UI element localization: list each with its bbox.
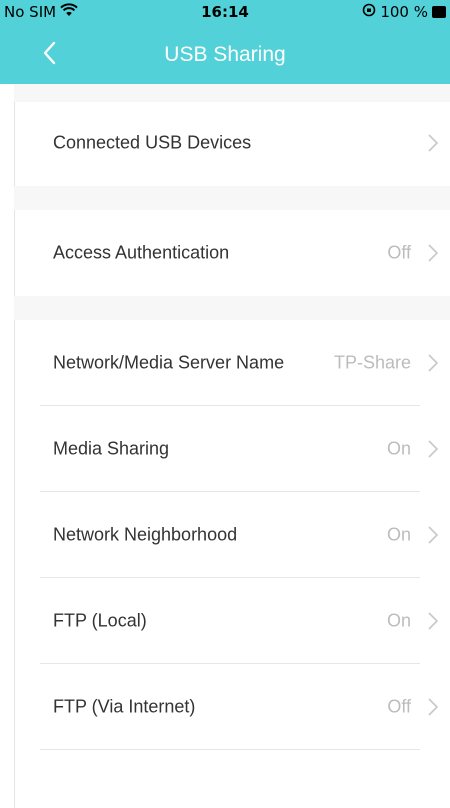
row-label: Network Neighborhood — [53, 524, 238, 545]
row-value: On — [386, 524, 411, 545]
row-connected-usb-devices[interactable]: Connected USB Devices — [14, 100, 450, 186]
row-value: Off — [387, 242, 411, 263]
status-right: 100 % — [362, 3, 446, 21]
chevron-right-icon — [428, 354, 439, 372]
row-label: FTP (Via Internet) — [53, 696, 196, 717]
chevron-right-icon — [428, 134, 439, 152]
page-title: USB Sharing — [164, 43, 286, 66]
divider — [40, 749, 420, 750]
row-value: On — [386, 610, 411, 631]
row-value: TP-Share — [333, 352, 411, 373]
row-label: Connected USB Devices — [53, 132, 252, 153]
battery-percent: 100 % — [380, 3, 428, 21]
chevron-right-icon — [428, 612, 439, 630]
header: No SIM 16:14 100 % USB Sharing — [0, 0, 450, 84]
battery-icon — [432, 6, 446, 18]
row-label: Media Sharing — [53, 438, 170, 459]
chevron-right-icon — [428, 526, 439, 544]
section-gap — [14, 296, 450, 320]
row-value: Off — [387, 696, 411, 717]
section-gap — [14, 186, 450, 210]
row-label: Network/Media Server Name — [53, 352, 285, 373]
row-access-authentication[interactable]: Access Authentication Off — [14, 210, 450, 296]
status-bar: No SIM 16:14 100 % — [0, 0, 450, 26]
row-network-media-server-name[interactable]: Network/Media Server Name TP-Share — [14, 320, 450, 406]
row-label: FTP (Local) — [53, 610, 147, 631]
row-media-sharing[interactable]: Media Sharing On — [14, 406, 450, 492]
row-network-neighborhood[interactable]: Network Neighborhood On — [14, 492, 450, 578]
chevron-right-icon — [428, 244, 439, 262]
row-label: Access Authentication — [53, 242, 230, 263]
orientation-lock-icon — [362, 3, 376, 21]
chevron-right-icon — [428, 698, 439, 716]
usb-sharing-screen: No SIM 16:14 100 % USB Sharing Connected… — [0, 0, 450, 808]
row-value: On — [386, 438, 411, 459]
chevron-right-icon — [428, 440, 439, 458]
nav-bar: USB Sharing — [0, 28, 450, 84]
row-ftp-via-internet[interactable]: FTP (Via Internet) Off — [14, 664, 450, 750]
row-ftp-local[interactable]: FTP (Local) On — [14, 578, 450, 664]
